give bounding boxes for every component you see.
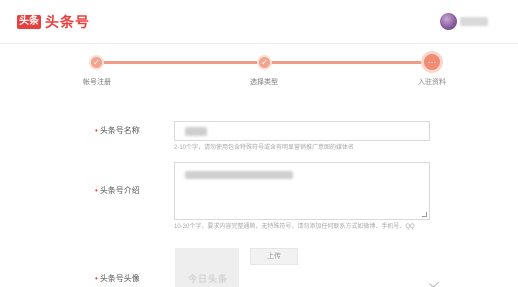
required-mark: • xyxy=(95,126,98,135)
user-avatar[interactable] xyxy=(440,13,457,30)
top-bar: 头条 头条号 xyxy=(0,0,518,44)
step-2-label: 选择类型 xyxy=(250,79,278,86)
required-mark: • xyxy=(95,274,98,283)
username-blurred[interactable] xyxy=(460,17,488,26)
name-hint: 2-10个字，请勿使用包含特殊符号或含有明显营销推广意图的媒体名 xyxy=(174,145,355,151)
intro-textarea[interactable] xyxy=(174,162,430,220)
avatar-label: • 头条号头像 xyxy=(95,274,140,283)
logo-text: 头条号 xyxy=(45,14,90,30)
step-3-ellipsis-icon: ··· xyxy=(421,51,443,73)
registration-steps: ✓ ✓ ··· 帐号注册 选择类型 入驻资料 xyxy=(0,48,518,88)
intro-hint: 10-30个字，要求内容完整通顺，无特殊符号，请勿添加任何联系方式如微博、手机号… xyxy=(174,224,415,230)
intro-value-blurred xyxy=(185,171,293,179)
upload-button[interactable]: 上传 xyxy=(250,248,298,265)
step-1-check-icon: ✓ xyxy=(89,55,104,70)
required-mark: • xyxy=(95,186,98,195)
toutiao-logo[interactable]: 头条 头条号 xyxy=(17,14,90,30)
step-2-check-icon: ✓ xyxy=(257,55,272,70)
step-connector xyxy=(264,61,432,64)
name-value-blurred xyxy=(185,127,207,136)
step-3-label: 入驻资料 xyxy=(418,79,446,86)
intro-label: • 头条号介绍 xyxy=(95,186,140,195)
step-connector xyxy=(97,61,264,64)
logo-badge: 头条 xyxy=(17,15,41,29)
check-icon xyxy=(429,278,439,287)
name-input[interactable] xyxy=(174,121,430,141)
avatar-placeholder: 今日头条 xyxy=(188,274,229,284)
resize-handle-icon[interactable] xyxy=(422,212,427,217)
name-label: • 头条号名称 xyxy=(95,126,140,135)
avatar-preview[interactable]: 今日头条 xyxy=(175,248,239,287)
step-1-label: 帐号注册 xyxy=(83,79,111,86)
